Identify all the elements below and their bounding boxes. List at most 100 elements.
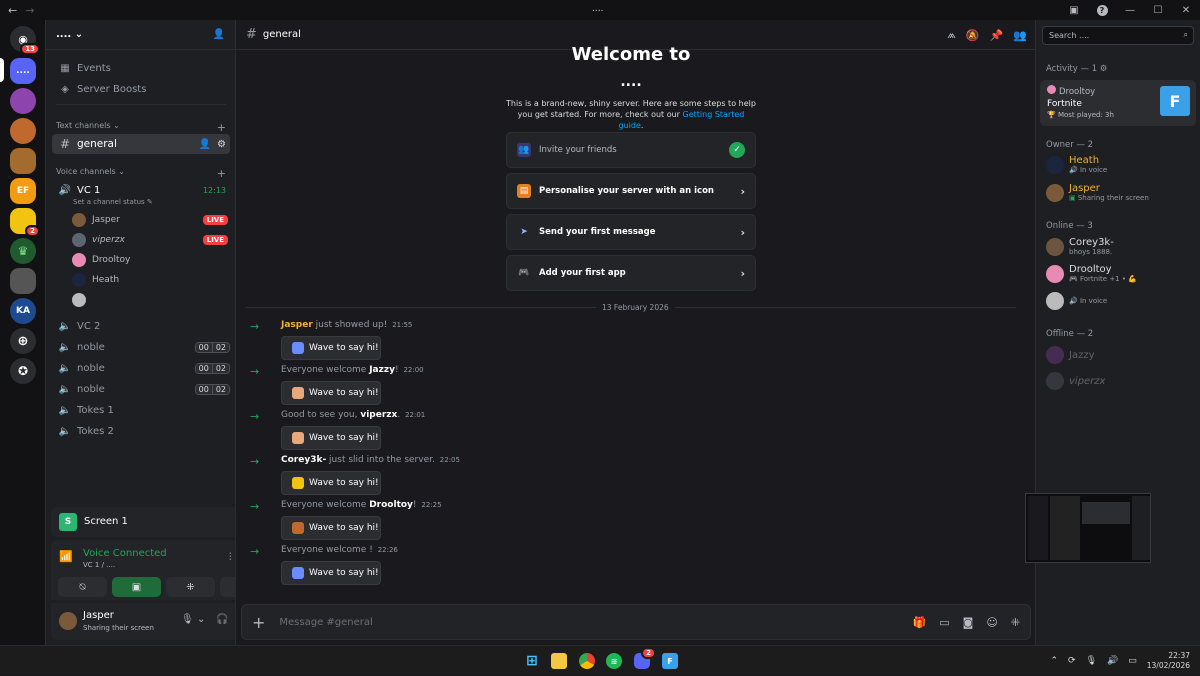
server-icon-8[interactable]: ♛: [10, 238, 36, 264]
server-icon-9[interactable]: [10, 268, 36, 294]
headphones-icon[interactable]: 🎧: [216, 614, 228, 625]
chevron-down-icon[interactable]: ⌄: [197, 614, 205, 625]
member-corey3k[interactable]: Corey3k-bhoys 1888.: [1046, 234, 1196, 260]
server-icon-3[interactable]: [10, 88, 36, 114]
member-unnamed[interactable]: 🔊 In voice: [1046, 288, 1196, 314]
threads-icon[interactable]: ⩕: [947, 28, 956, 42]
message-author[interactable]: Jasper: [281, 320, 313, 330]
microphone-icon[interactable]: 🎙: [181, 614, 194, 625]
events-item[interactable]: ▦ Events: [52, 58, 230, 78]
server-current[interactable]: ....: [10, 58, 36, 84]
add-server-button[interactable]: ⊕: [10, 328, 36, 354]
wave-button[interactable]: Wave to say hi!: [281, 426, 381, 450]
voice-user-unnamed[interactable]: [72, 291, 228, 309]
server-icon-5[interactable]: [10, 148, 36, 174]
wave-button[interactable]: Wave to say hi!: [281, 561, 381, 585]
screen-share-button[interactable]: ▣: [112, 577, 161, 597]
discord-taskbar-icon[interactable]: 2: [634, 653, 650, 669]
voice-channel-noble-1[interactable]: 🔈 noble 0002: [52, 337, 230, 357]
attach-plus-icon[interactable]: +: [252, 613, 265, 632]
voice-channel-path[interactable]: VC 1 / ....: [83, 561, 115, 569]
member-jasper[interactable]: Jasper▣ Sharing their screen: [1046, 180, 1196, 206]
search-input[interactable]: Search .... ⌕: [1042, 26, 1194, 45]
camera-off-button[interactable]: ⍉: [58, 577, 107, 597]
wave-button[interactable]: Wave to say hi!: [281, 381, 381, 405]
voice-channel-vc2[interactable]: 🔈 VC 2: [52, 316, 230, 336]
member-viperzx[interactable]: viperzx: [1046, 368, 1196, 394]
minimize-icon[interactable]: —: [1116, 0, 1144, 20]
user-avatar[interactable]: [59, 612, 77, 630]
emoji-icon[interactable]: ☺: [986, 616, 997, 629]
wave-button[interactable]: Wave to say hi!: [281, 471, 381, 495]
volume-icon[interactable]: 🔊: [1107, 656, 1118, 666]
apps-icon[interactable]: ⁜: [1011, 616, 1020, 629]
message-input[interactable]: Message #general: [279, 617, 372, 628]
close-icon[interactable]: ✕: [1172, 0, 1200, 20]
message-author[interactable]: Drooltoy: [369, 500, 413, 510]
text-category[interactable]: Text channels ⌄ +: [56, 121, 226, 134]
microphone-tray-icon[interactable]: 🎙: [1086, 656, 1097, 666]
add-member-icon[interactable]: 👤: [213, 29, 225, 40]
back-arrow-icon[interactable]: ←: [8, 4, 17, 17]
activity-card[interactable]: Drooltoy Fortnite 🏆 Most played: 3h F: [1040, 80, 1196, 126]
windows-start-icon[interactable]: ⊞: [524, 653, 540, 669]
voice-user-heath[interactable]: Heath: [72, 271, 228, 289]
step-add-app[interactable]: 🎮 Add your first app ›: [506, 255, 756, 291]
channel-status[interactable]: Set a channel status ✎: [73, 198, 153, 206]
voice-user-drooltoy[interactable]: Drooltoy: [72, 251, 228, 269]
member-jazzy[interactable]: Jazzy: [1046, 342, 1196, 368]
voice-channel-tokes-1[interactable]: 🔈 Tokes 1: [52, 400, 230, 420]
gif-icon[interactable]: ▭: [939, 616, 949, 629]
server-icon-7[interactable]: 2: [10, 208, 36, 234]
server-icon-4[interactable]: [10, 118, 36, 144]
message-composer[interactable]: + Message #general 🎁 ▭ ◙ ☺ ⁜: [241, 604, 1031, 640]
voice-category[interactable]: Voice channels ⌄ +: [56, 167, 226, 180]
member-heath[interactable]: Heath🔊 In voice: [1046, 152, 1196, 178]
spotify-icon[interactable]: ≋: [606, 653, 622, 669]
pin-icon[interactable]: 📌: [990, 29, 1004, 42]
channel-settings-icon[interactable]: ⚙: [217, 139, 226, 150]
help-icon[interactable]: ?: [1088, 0, 1116, 20]
server-icon-ka[interactable]: KA: [10, 298, 36, 324]
voice-channel-tokes-2[interactable]: 🔈 Tokes 2: [52, 421, 230, 441]
maximize-icon[interactable]: ☐: [1144, 0, 1172, 20]
noise-suppression-icon[interactable]: ⫶: [229, 552, 232, 563]
server-icon-ef[interactable]: EF: [10, 178, 36, 204]
wave-button[interactable]: Wave to say hi!: [281, 516, 381, 540]
forward-arrow-icon[interactable]: →: [25, 4, 34, 17]
chrome-icon[interactable]: [579, 653, 595, 669]
invite-icon[interactable]: 👤: [199, 139, 211, 150]
step-send-message[interactable]: ➤ Send your first message ›: [506, 214, 756, 250]
message-author[interactable]: Corey3k-: [281, 455, 326, 465]
sync-icon[interactable]: ⟳: [1068, 656, 1076, 666]
screen-share-preview[interactable]: [1025, 493, 1151, 563]
sticker-icon[interactable]: ◙: [963, 616, 974, 629]
add-channel-icon[interactable]: +: [217, 121, 226, 134]
gift-icon[interactable]: 🎁: [913, 616, 927, 629]
inbox-icon[interactable]: ▣: [1060, 0, 1088, 20]
voice-channel-noble-2[interactable]: 🔈 noble 0002: [52, 358, 230, 378]
chevron-up-icon[interactable]: ⌃: [1051, 656, 1059, 666]
notifications-muted-icon[interactable]: 🔕: [966, 29, 980, 42]
wave-button[interactable]: Wave to say hi!: [281, 336, 381, 360]
clock[interactable]: 22:37 13/02/2026: [1147, 651, 1190, 671]
member-list-icon[interactable]: 👥: [1013, 29, 1027, 42]
step-personalise[interactable]: ▤ Personalise your server with an icon ›: [506, 173, 756, 209]
activities-button[interactable]: ⁜: [166, 577, 215, 597]
voice-channel-vc1[interactable]: 🔊 VC 1 12:13: [52, 180, 230, 200]
battery-icon[interactable]: ▭: [1128, 656, 1137, 666]
server-header[interactable]: .... ⌄ 👤: [46, 20, 235, 50]
voice-status[interactable]: Voice Connected: [83, 548, 167, 559]
member-drooltoy[interactable]: Drooltoy🎮 Fortnite +1 • 💪: [1046, 261, 1196, 287]
discover-button[interactable]: ✪: [10, 358, 36, 384]
step-invite-friends[interactable]: 👥 Invite your friends ✓: [506, 132, 756, 168]
discord-home-button[interactable]: ◉ 13: [10, 26, 36, 52]
message-author[interactable]: Jazzy: [369, 365, 395, 375]
add-voice-channel-icon[interactable]: +: [217, 167, 226, 180]
server-boosts-item[interactable]: ◈ Server Boosts: [52, 79, 230, 99]
message-author[interactable]: viperzx: [360, 410, 397, 420]
channel-general[interactable]: # general 👤 ⚙: [52, 134, 230, 154]
voice-user-jasper[interactable]: Jasper LIVE: [72, 211, 228, 229]
file-explorer-icon[interactable]: [551, 653, 567, 669]
fortnite-taskbar-icon[interactable]: F: [662, 653, 678, 669]
